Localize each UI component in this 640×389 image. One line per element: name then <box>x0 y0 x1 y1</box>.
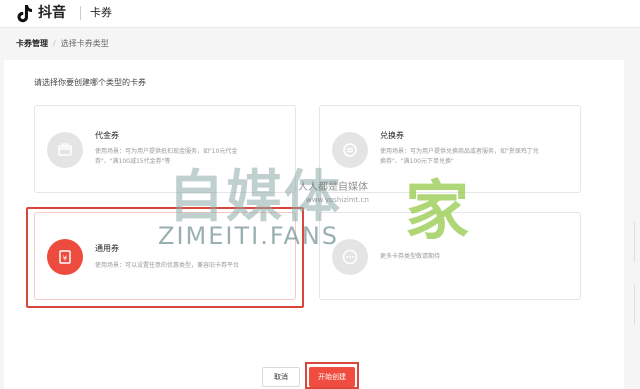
selected-card-highlight <box>26 207 304 308</box>
cancel-button[interactable]: 取消 <box>262 367 300 387</box>
wallet-icon <box>47 132 83 168</box>
card-voucher-title: 代金券 <box>95 131 119 140</box>
card-voucher[interactable]: 代金券 使用场景：可为用户提供抵扣现金服务，如"10元代金券"、"满100减15… <box>34 105 296 193</box>
brand-name: 抖音 <box>38 5 66 21</box>
breadcrumb: 卡券管理 / 选择卡券类型 <box>16 38 109 50</box>
card-voucher-desc: 使用场景：可为用户提供抵扣现金服务，如"10元代金券"、"满100减15代金券"… <box>95 148 238 165</box>
selection-prompt: 请选择你要创建哪个类型的卡券 <box>34 78 146 87</box>
breadcrumb-current: 选择卡券类型 <box>60 39 109 48</box>
card-more-desc: 更多卡券类型敬请期待 <box>380 253 441 260</box>
right-edge-handle <box>634 285 638 325</box>
card-exchange-title: 兑换券 <box>380 131 404 140</box>
exchange-icon <box>332 132 368 168</box>
card-exchange[interactable]: 兑换券 使用场景：可为用户提供兑换商品或者服务，如"赏保鸡丁兑换券"、"满100… <box>319 105 581 193</box>
breadcrumb-separator: / <box>53 39 56 48</box>
breadcrumb-parent[interactable]: 卡券管理 <box>16 39 48 48</box>
top-bar: 抖音 卡券 <box>0 0 640 28</box>
douyin-logo-icon[interactable] <box>14 3 34 23</box>
section-title: 卡券 <box>90 6 112 19</box>
more-icon <box>332 239 368 275</box>
header-divider <box>80 6 81 20</box>
start-create-button[interactable]: 开始创建 <box>309 367 355 387</box>
right-edge-handle <box>634 222 638 262</box>
card-more: 更多卡券类型敬请期待 <box>319 212 581 300</box>
card-exchange-desc: 使用场景：可为用户提供兑换商品或者服务，如"赏保鸡丁兑换券"、"满100元下单兑… <box>380 148 539 165</box>
